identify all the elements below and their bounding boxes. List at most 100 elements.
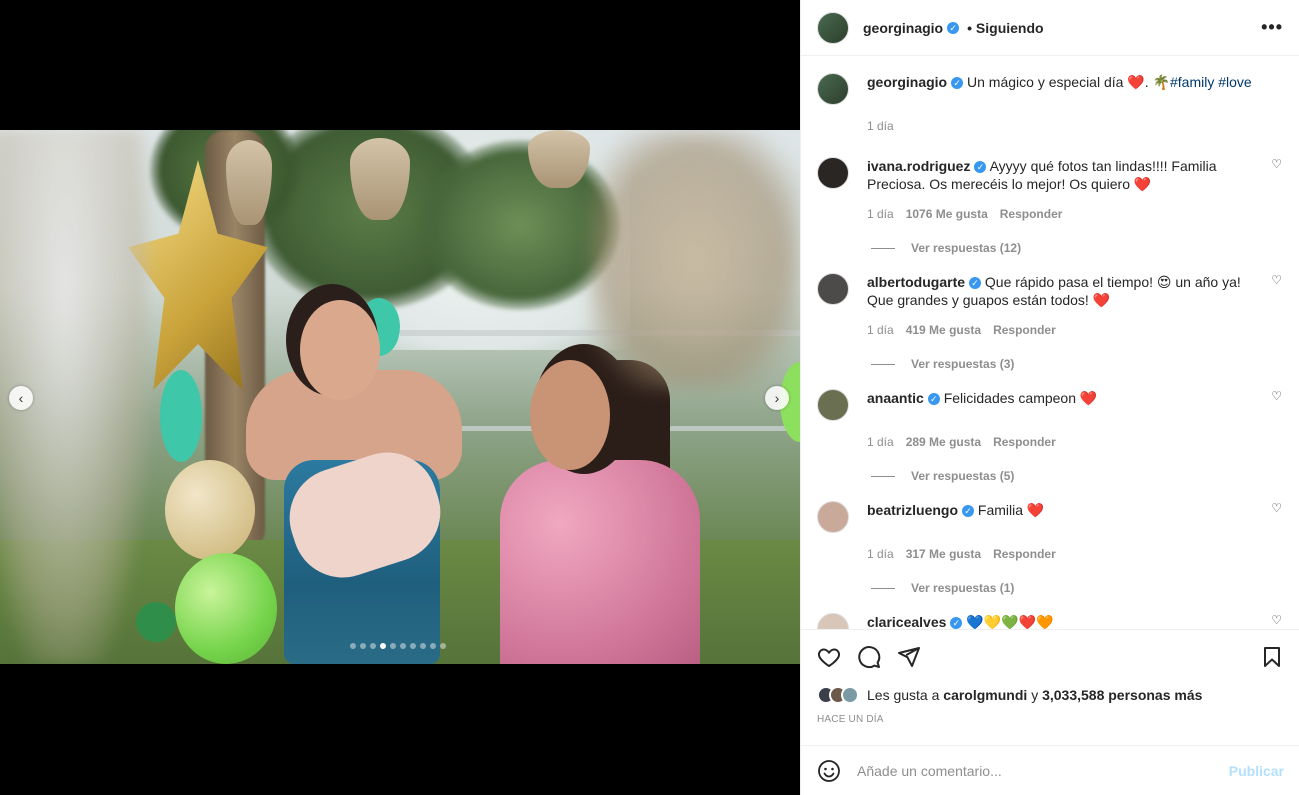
comment-likes[interactable]: 419 Me gusta: [906, 323, 981, 337]
comment-like-icon[interactable]: ♡: [1271, 613, 1282, 627]
likes-prefix: Les gusta a: [867, 687, 940, 703]
comment-likes[interactable]: 1076 Me gusta: [906, 207, 988, 221]
reply-button[interactable]: Responder: [993, 323, 1056, 337]
comment-time: 1 día: [867, 435, 894, 449]
comment-body: claricealves ✓ 💙💛💚❤️🧡: [867, 613, 1267, 629]
carousel-next-button[interactable]: ›: [765, 386, 789, 410]
post-timestamp: HACE UN DÍA: [817, 714, 884, 725]
comment-thread: ivana.rodriguez ✓ Ayyyy qué fotos tan lin…: [817, 157, 1284, 255]
avatar[interactable]: [817, 613, 849, 629]
comment-like-icon[interactable]: ♡: [1271, 501, 1282, 515]
avatar[interactable]: [817, 11, 849, 44]
carousel-dot: [420, 643, 426, 649]
add-comment-bar: Publicar: [801, 745, 1299, 795]
post-side-panel: georginagio ✓ • Siguiendo ••• georginagi…: [800, 0, 1299, 795]
comment-username[interactable]: albertodugarte: [867, 274, 965, 290]
chevron-left-icon: ‹: [18, 390, 24, 406]
heart-emoji: ❤️: [1026, 502, 1045, 518]
photo-balloon: [165, 460, 255, 560]
heart-outline-icon[interactable]: [817, 645, 841, 669]
avatar[interactable]: [817, 501, 849, 533]
verified-badge-icon: ✓: [951, 77, 964, 89]
avatar[interactable]: [817, 389, 849, 421]
reply-button[interactable]: Responder: [993, 547, 1056, 561]
carousel-dot: [410, 643, 416, 649]
comment: ivana.rodriguez ✓ Ayyyy qué fotos tan lin…: [817, 157, 1284, 193]
comment-input[interactable]: [857, 762, 1229, 779]
carousel-prev-button[interactable]: ‹: [9, 386, 33, 410]
comment-thread: beatrizluengo ✓ Familia ❤️ ♡ 1 día 317 Me…: [817, 501, 1284, 595]
comment-body: anaantic ✓ Felicidades campeon ❤️: [867, 389, 1267, 421]
more-options-icon[interactable]: •••: [1261, 17, 1283, 38]
comment-likes[interactable]: 317 Me gusta: [906, 547, 981, 561]
post-actions: Les gusta a carolgmundi y 3,033,588 pers…: [801, 629, 1299, 725]
post-header: georginagio ✓ • Siguiendo •••: [801, 0, 1299, 56]
verified-badge-icon: ✓: [969, 277, 982, 289]
comment-text: Familia: [977, 502, 1024, 518]
caption-username[interactable]: georginagio: [867, 74, 947, 90]
avatar[interactable]: [817, 73, 849, 105]
liker-avatars[interactable]: [817, 686, 859, 704]
paper-plane-icon[interactable]: [897, 645, 921, 669]
comment-thread: albertodugarte ✓ Que rápido pasa el tiemp…: [817, 273, 1284, 371]
comment-like-icon[interactable]: ♡: [1271, 157, 1282, 171]
liker-username[interactable]: carolgmundi: [943, 687, 1027, 703]
view-replies-button[interactable]: Ver respuestas (3): [871, 357, 1284, 371]
avatar[interactable]: [817, 273, 849, 305]
carousel-dot: [350, 643, 356, 649]
reply-button[interactable]: Responder: [993, 435, 1056, 449]
carousel-dot: [440, 643, 446, 649]
hashtag-link[interactable]: #love: [1218, 74, 1251, 90]
photo-balloon: [175, 553, 277, 664]
carousel-dots: [350, 643, 446, 649]
verified-badge-icon: ✓: [950, 617, 963, 629]
header-username[interactable]: georginagio: [863, 20, 943, 36]
photo-person-head: [300, 300, 380, 400]
smiley-icon[interactable]: [817, 759, 841, 783]
carousel-dot: [380, 643, 386, 649]
comment: anaantic ✓ Felicidades campeon ❤️ ♡: [817, 389, 1284, 421]
likes-count[interactable]: 3,033,588 personas más: [1042, 687, 1202, 703]
comment-bubble-icon[interactable]: [857, 645, 881, 669]
comments-list[interactable]: georginagio ✓ Un mágico y especial día ❤️…: [801, 57, 1299, 629]
carousel-dot: [370, 643, 376, 649]
comment-meta: 1 día 419 Me gusta Responder: [867, 323, 1284, 337]
carousel-dot: [430, 643, 436, 649]
comment-username[interactable]: ivana.rodriguez: [867, 158, 970, 174]
bookmark-icon[interactable]: [1260, 645, 1284, 669]
likes-summary: Les gusta a carolgmundi y 3,033,588 pers…: [817, 686, 1284, 704]
comment-threads: ivana.rodriguez ✓ Ayyyy qué fotos tan lin…: [817, 157, 1284, 629]
caption-body: georginagio ✓ Un mágico y especial día ❤️…: [867, 73, 1267, 105]
comment-like-icon[interactable]: ♡: [1271, 273, 1282, 287]
post-modal: ‹ › georginagio ✓ • Siguiendo ••• georgi…: [0, 0, 1299, 795]
comment-username[interactable]: beatrizluengo: [867, 502, 958, 518]
carousel-dot: [400, 643, 406, 649]
avatar[interactable]: [817, 157, 849, 189]
comment-body: beatrizluengo ✓ Familia ❤️: [867, 501, 1267, 533]
comment-likes[interactable]: 289 Me gusta: [906, 435, 981, 449]
publish-button[interactable]: Publicar: [1229, 763, 1284, 779]
view-replies-button[interactable]: Ver respuestas (12): [871, 241, 1284, 255]
view-replies-button[interactable]: Ver respuestas (1): [871, 581, 1284, 595]
comment-thread: claricealves ✓ 💙💛💚❤️🧡 ♡: [817, 613, 1284, 629]
comment-username[interactable]: claricealves: [867, 614, 946, 629]
heart-emoji: ❤️: [1127, 74, 1145, 90]
comment-time: 1 día: [867, 207, 894, 221]
caption-meta: 1 día: [867, 119, 1284, 133]
comment-thread: anaantic ✓ Felicidades campeon ❤️ ♡ 1 día…: [817, 389, 1284, 483]
caption-time: 1 día: [867, 119, 894, 133]
follow-status-button[interactable]: • Siguiendo: [967, 20, 1043, 36]
comment: beatrizluengo ✓ Familia ❤️ ♡: [817, 501, 1284, 533]
hashtag-link[interactable]: #family: [1170, 74, 1214, 90]
post-media: ‹ ›: [0, 0, 800, 795]
reply-button[interactable]: Responder: [1000, 207, 1063, 221]
likes-middle: y: [1031, 687, 1039, 703]
post-photo[interactable]: [0, 130, 800, 664]
view-replies-button[interactable]: Ver respuestas (5): [871, 469, 1284, 483]
chevron-right-icon: ›: [774, 390, 780, 406]
comment-username[interactable]: anaantic: [867, 390, 924, 406]
caption-text: Un mágico y especial día: [967, 74, 1124, 90]
comment-like-icon[interactable]: ♡: [1271, 389, 1282, 403]
comment: claricealves ✓ 💙💛💚❤️🧡 ♡: [817, 613, 1284, 629]
heart-emoji: ❤️: [1079, 390, 1098, 406]
